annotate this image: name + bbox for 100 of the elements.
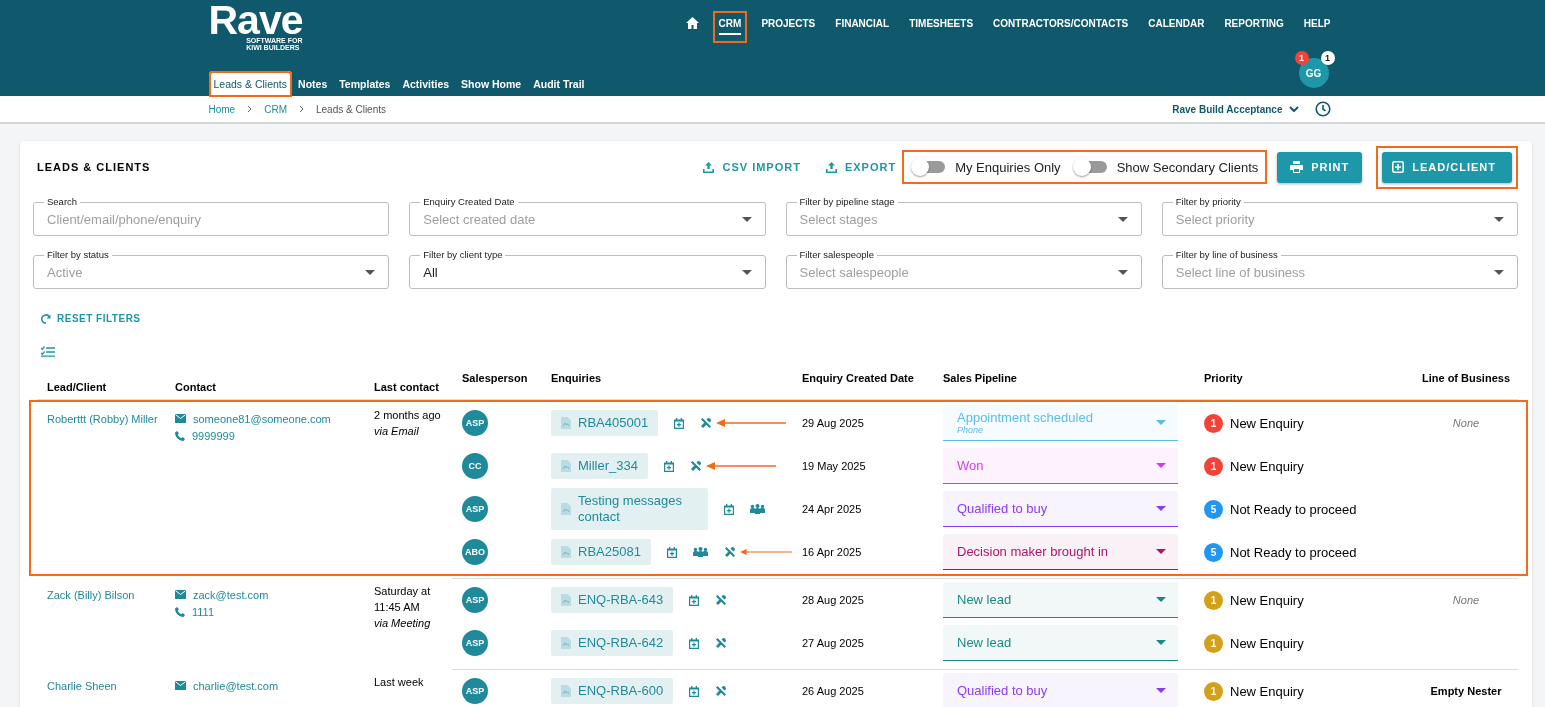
- client-name-link[interactable]: Roberttt (Robby) Miller: [47, 410, 165, 428]
- tools-icon[interactable]: [690, 460, 702, 472]
- dropdown-arrow-icon[interactable]: [1156, 640, 1166, 645]
- people-icon[interactable]: [692, 547, 708, 557]
- toolbar-link[interactable]: CSV IMPORT: [702, 160, 801, 174]
- document-icon: [561, 503, 571, 515]
- phone-link[interactable]: 9999999: [192, 427, 235, 444]
- nav-link[interactable]: FINANCIAL: [829, 10, 896, 43]
- tools-icon[interactable]: [723, 546, 736, 558]
- dropdown-arrow-icon[interactable]: [1156, 549, 1166, 554]
- dropdown-arrow-icon[interactable]: [365, 269, 376, 275]
- document-icon: [561, 417, 571, 429]
- enquiry-chip[interactable]: RBA405001: [551, 410, 659, 436]
- reset-filters-link[interactable]: RESET FILTERS: [41, 313, 141, 324]
- pipeline-dropdown[interactable]: New lead: [943, 625, 1178, 661]
- sub-tab[interactable]: Show Home: [455, 71, 528, 97]
- tools-icon[interactable]: [700, 417, 713, 429]
- toolbar-link[interactable]: EXPORT: [824, 160, 897, 174]
- chevron-right-icon: [247, 105, 253, 113]
- nav-link[interactable]: HELP: [1297, 10, 1337, 43]
- field-placeholder: Select created date: [423, 211, 536, 227]
- enquiry-chip[interactable]: RBA25081: [551, 539, 651, 565]
- salesperson-avatar: ASP: [462, 496, 488, 522]
- dropdown-arrow-icon[interactable]: [1494, 216, 1504, 222]
- company-dropdown[interactable]: Rave Build Acceptance: [1172, 103, 1299, 115]
- created-date: 19 May 2025: [801, 460, 867, 472]
- dropdown-arrow-icon[interactable]: [1117, 216, 1128, 222]
- pipeline-dropdown[interactable]: Qualified to buy: [943, 673, 1178, 707]
- dropdown-arrow-icon[interactable]: [741, 269, 752, 275]
- column-header: Line of Business: [1421, 371, 1511, 386]
- enquiry-chip[interactable]: Miller_334: [551, 453, 648, 479]
- phone-link[interactable]: 1111: [192, 603, 215, 620]
- client-name-link[interactable]: Zack (Billy) Bilson: [47, 586, 165, 604]
- sub-tab[interactable]: Leads & Clients: [208, 71, 293, 97]
- nav-link[interactable]: PROJECTS: [755, 10, 822, 43]
- sub-tab[interactable]: Notes: [292, 71, 334, 97]
- print-button[interactable]: PRINT: [1277, 151, 1363, 183]
- enquiry-chip[interactable]: ENQ-RBA-643: [551, 587, 674, 613]
- pipeline-dropdown[interactable]: Qualified to buy: [943, 491, 1178, 527]
- sub-tab[interactable]: Activities: [396, 71, 456, 97]
- envelope-icon: [175, 414, 186, 423]
- email-link[interactable]: charlie@test.com: [193, 677, 279, 694]
- nav-link[interactable]: CALENDAR: [1142, 10, 1211, 43]
- dropdown-arrow-icon[interactable]: [741, 216, 752, 222]
- nav-link[interactable]: CRM: [712, 10, 748, 43]
- dropdown-arrow-icon[interactable]: [1156, 463, 1166, 468]
- breadcrumb-current[interactable]: Leads & Clients: [315, 103, 386, 115]
- enquiry-chip[interactable]: Testing messages contact: [551, 488, 708, 530]
- pipeline-dropdown[interactable]: Won: [943, 448, 1178, 484]
- document-icon: [561, 637, 571, 649]
- printer-icon: [1290, 161, 1304, 173]
- column-header: Lead/Client: [46, 379, 108, 393]
- dropdown-arrow-icon[interactable]: [1156, 597, 1166, 602]
- nav-link[interactable]: REPORTING: [1218, 10, 1290, 43]
- column-header: Enquiries: [550, 371, 603, 386]
- tools-icon[interactable]: [715, 637, 728, 649]
- field-placeholder: Active: [47, 264, 83, 280]
- priority-badge: 1: [1204, 413, 1223, 433]
- dropdown-arrow-icon[interactable]: [1117, 269, 1128, 275]
- calendar-plus-icon[interactable]: [666, 546, 677, 558]
- priority-badge: 1: [1204, 590, 1223, 610]
- tools-icon[interactable]: [715, 594, 728, 606]
- calendar-plus-icon[interactable]: [664, 460, 674, 472]
- toggle-switch[interactable]: [1072, 158, 1109, 176]
- email-link[interactable]: someone81@someone.com: [193, 410, 331, 427]
- calendar-plus-icon[interactable]: [689, 637, 700, 649]
- dropdown-arrow-icon[interactable]: [1156, 506, 1166, 511]
- email-link[interactable]: zack@test.com: [193, 586, 269, 603]
- sub-tab[interactable]: Audit Trail: [527, 71, 591, 97]
- nav-link[interactable]: CONTRACTORS/CONTACTS: [987, 10, 1135, 43]
- breadcrumb-link[interactable]: Home: [208, 103, 236, 115]
- tools-icon[interactable]: [715, 685, 728, 697]
- enquiry-chip[interactable]: ENQ-RBA-600: [551, 678, 674, 704]
- field-value: All: [423, 264, 438, 280]
- pipeline-dropdown[interactable]: Decision maker brought in: [943, 534, 1178, 570]
- home-icon[interactable]: [685, 17, 699, 29]
- nav-link[interactable]: TIMESHEETS: [903, 10, 980, 43]
- breadcrumb-link[interactable]: CRM: [264, 103, 287, 115]
- line-of-business: Empty Nester: [1430, 685, 1502, 697]
- enquiry-chip[interactable]: ENQ-RBA-642: [551, 630, 674, 656]
- column-header: Sales Pipeline: [942, 371, 1018, 386]
- calendar-plus-icon[interactable]: [674, 417, 685, 429]
- priority-label: Not Ready to proceed: [1230, 501, 1357, 517]
- dropdown-arrow-icon[interactable]: [1156, 688, 1166, 693]
- client-name-link[interactable]: Charlie Sheen: [47, 677, 165, 695]
- calendar-plus-icon[interactable]: [689, 685, 700, 697]
- salesperson-avatar: ASP: [462, 410, 488, 436]
- sub-tab[interactable]: Templates: [333, 71, 397, 97]
- checklist-icon[interactable]: [41, 345, 55, 357]
- clock-icon[interactable]: [1314, 101, 1331, 117]
- pipeline-dropdown[interactable]: New lead: [943, 582, 1178, 618]
- plus-square-icon: [1392, 161, 1405, 173]
- dropdown-arrow-icon[interactable]: [1494, 269, 1504, 275]
- priority-label: New Enquiry: [1230, 458, 1304, 474]
- people-icon[interactable]: [750, 504, 765, 514]
- calendar-plus-icon[interactable]: [724, 503, 734, 515]
- upload-icon: [702, 160, 716, 174]
- add-lead-client-button[interactable]: LEAD/CLIENT: [1382, 151, 1512, 183]
- calendar-plus-icon[interactable]: [689, 594, 700, 606]
- column-header: Last contact: [373, 379, 440, 393]
